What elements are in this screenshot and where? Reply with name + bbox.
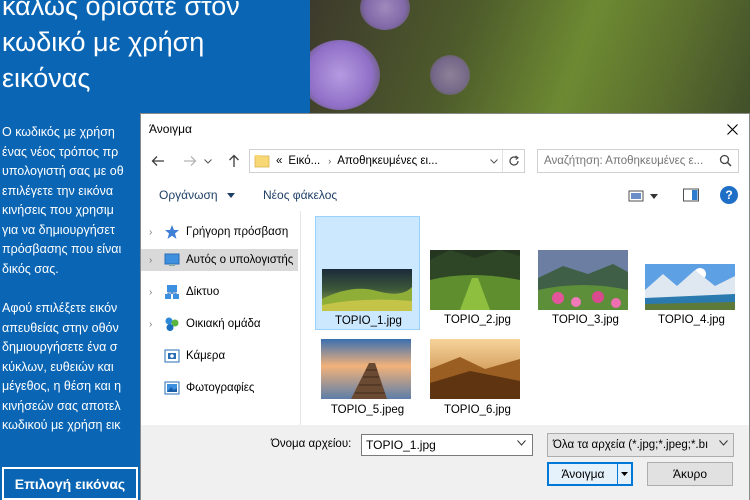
chevron-down-icon[interactable] <box>719 440 728 446</box>
thumbnail-image <box>430 339 520 399</box>
dialog-footer: Όνομα αρχείου: Όλα τα αρχεία (*.jpg;*.jp… <box>141 425 749 500</box>
computer-icon <box>164 253 180 266</box>
pane-splitter[interactable] <box>300 211 301 425</box>
nav-item-this-pc[interactable]: › Αυτός ο υπολογιστής <box>141 249 298 271</box>
network-icon <box>165 285 179 299</box>
intro-title: καλώς ορίσατε στον κωδικό με χρήση εικόν… <box>2 0 240 93</box>
breadcrumb-saved-pictures[interactable]: Αποθηκευμένες ει... <box>337 155 437 167</box>
open-file-dialog: Άνοιγμα « Εικό... › Αποθηκευμένες ει... <box>140 113 750 500</box>
close-button[interactable] <box>715 114 749 144</box>
breadcrumb-overflow[interactable]: « <box>276 155 282 167</box>
homegroup-icon <box>165 317 179 331</box>
file-name: TOPIO_3.jpg <box>552 314 619 326</box>
file-type-select[interactable]: Όλα τα αρχεία (*.jpg;*.jpeg;*.bı <box>547 433 734 457</box>
filename-input[interactable] <box>361 434 533 456</box>
caret-down-icon <box>226 193 235 199</box>
close-icon <box>726 123 738 135</box>
arrow-up-icon <box>229 154 239 167</box>
nav-item-pictures[interactable]: Φωτογραφίες <box>141 377 298 399</box>
view-thumbnails-icon <box>628 190 644 202</box>
navigation-bar: « Εικό... › Αποθηκευμένες ει... <box>141 146 749 176</box>
chevron-down-icon <box>204 158 212 164</box>
dialog-title: Άνοιγμα <box>149 122 192 136</box>
back-button[interactable] <box>147 150 169 172</box>
file-name: TOPIO_6.jpg <box>444 404 511 416</box>
caret-down-icon <box>650 193 658 199</box>
caret-down-icon <box>621 472 628 476</box>
arrow-right-icon <box>184 156 197 166</box>
recent-locations-button[interactable] <box>201 150 215 172</box>
expand-chevron-icon[interactable]: › <box>149 319 152 330</box>
breadcrumb-pictures[interactable]: Εικό... <box>288 155 320 167</box>
new-folder-button[interactable]: Νέος φάκελος <box>263 188 337 202</box>
choose-picture-button[interactable]: Επιλογή εικόνας <box>2 467 138 500</box>
chevron-down-icon <box>490 158 498 164</box>
nav-item-homegroup[interactable]: › Οικιακή ομάδα <box>141 313 298 335</box>
up-button[interactable] <box>223 150 245 172</box>
thumbnail-image <box>322 269 412 311</box>
file-name: TOPIO_1.jpg <box>335 315 402 327</box>
address-dropdown-button[interactable] <box>486 150 502 172</box>
thumbnail-image <box>321 339 411 399</box>
preview-pane-icon <box>683 188 699 202</box>
expand-chevron-icon[interactable]: › <box>149 255 152 266</box>
help-icon[interactable]: ? <box>720 186 738 204</box>
open-options-button[interactable] <box>617 464 631 484</box>
thumbnail-image <box>645 264 735 310</box>
navigation-pane: › Γρήγορη πρόσβαση › Αυτός ο υπολογιστής… <box>141 211 298 425</box>
thumbnail-image <box>430 250 520 310</box>
organize-menu-button[interactable]: Οργάνωση <box>159 188 235 202</box>
change-view-button[interactable] <box>628 187 664 205</box>
folder-icon <box>254 155 270 168</box>
intro-paragraph-1: Ο κωδικός με χρήση ένας νέος τρόπος πρ υ… <box>2 125 124 276</box>
intro-paragraph-2: Αφού επιλέξετε εικόν απευθείας στην οθόν… <box>2 301 122 432</box>
file-item[interactable]: TOPIO_2.jpg <box>425 216 530 330</box>
background-photo <box>310 0 750 113</box>
file-name: TOPIO_4.jpg <box>658 314 725 326</box>
file-list: TOPIO_1.jpg TOPIO_2.jpg TOPIO_3.jpg TOPI… <box>311 213 746 425</box>
file-name: TOPIO_2.jpg <box>444 314 511 326</box>
arrow-left-icon <box>151 156 164 166</box>
file-item[interactable]: TOPIO_3.jpg <box>533 216 638 330</box>
refresh-icon <box>508 155 519 166</box>
file-item[interactable]: TOPIO_1.jpg <box>315 216 420 330</box>
filename-label: Όνομα αρχείου: <box>271 438 352 450</box>
expand-chevron-icon[interactable]: › <box>149 227 152 238</box>
search-input[interactable] <box>537 149 739 173</box>
nav-item-quick-access[interactable]: › Γρήγορη πρόσβαση <box>141 221 298 243</box>
search-icon <box>719 154 732 167</box>
address-bar[interactable]: « Εικό... › Αποθηκευμένες ει... <box>249 149 525 173</box>
command-bar: Οργάνωση Νέος φάκελος ? <box>141 179 749 211</box>
expand-chevron-icon[interactable]: › <box>149 287 152 298</box>
file-name: TOPIO_5.jpeg <box>330 404 405 416</box>
cancel-button[interactable]: Άκυρο <box>647 462 733 486</box>
file-item[interactable]: TOPIO_4.jpg <box>639 216 744 330</box>
camera-folder-icon <box>164 349 180 363</box>
chevron-down-icon[interactable] <box>517 440 526 446</box>
preview-pane-button[interactable] <box>682 187 700 205</box>
nav-item-camera-roll[interactable]: Κάμερα <box>141 345 298 367</box>
open-button[interactable]: Άνοιγμα <box>547 462 633 486</box>
breadcrumb-separator-icon[interactable]: › <box>328 156 331 166</box>
refresh-button[interactable] <box>502 150 524 172</box>
pictures-folder-icon <box>164 381 180 395</box>
forward-button[interactable] <box>179 150 201 172</box>
thumbnail-image <box>538 250 628 310</box>
star-icon <box>165 225 179 239</box>
dialog-titlebar[interactable]: Άνοιγμα <box>141 114 749 144</box>
nav-item-network[interactable]: › Δίκτυο <box>141 281 298 303</box>
